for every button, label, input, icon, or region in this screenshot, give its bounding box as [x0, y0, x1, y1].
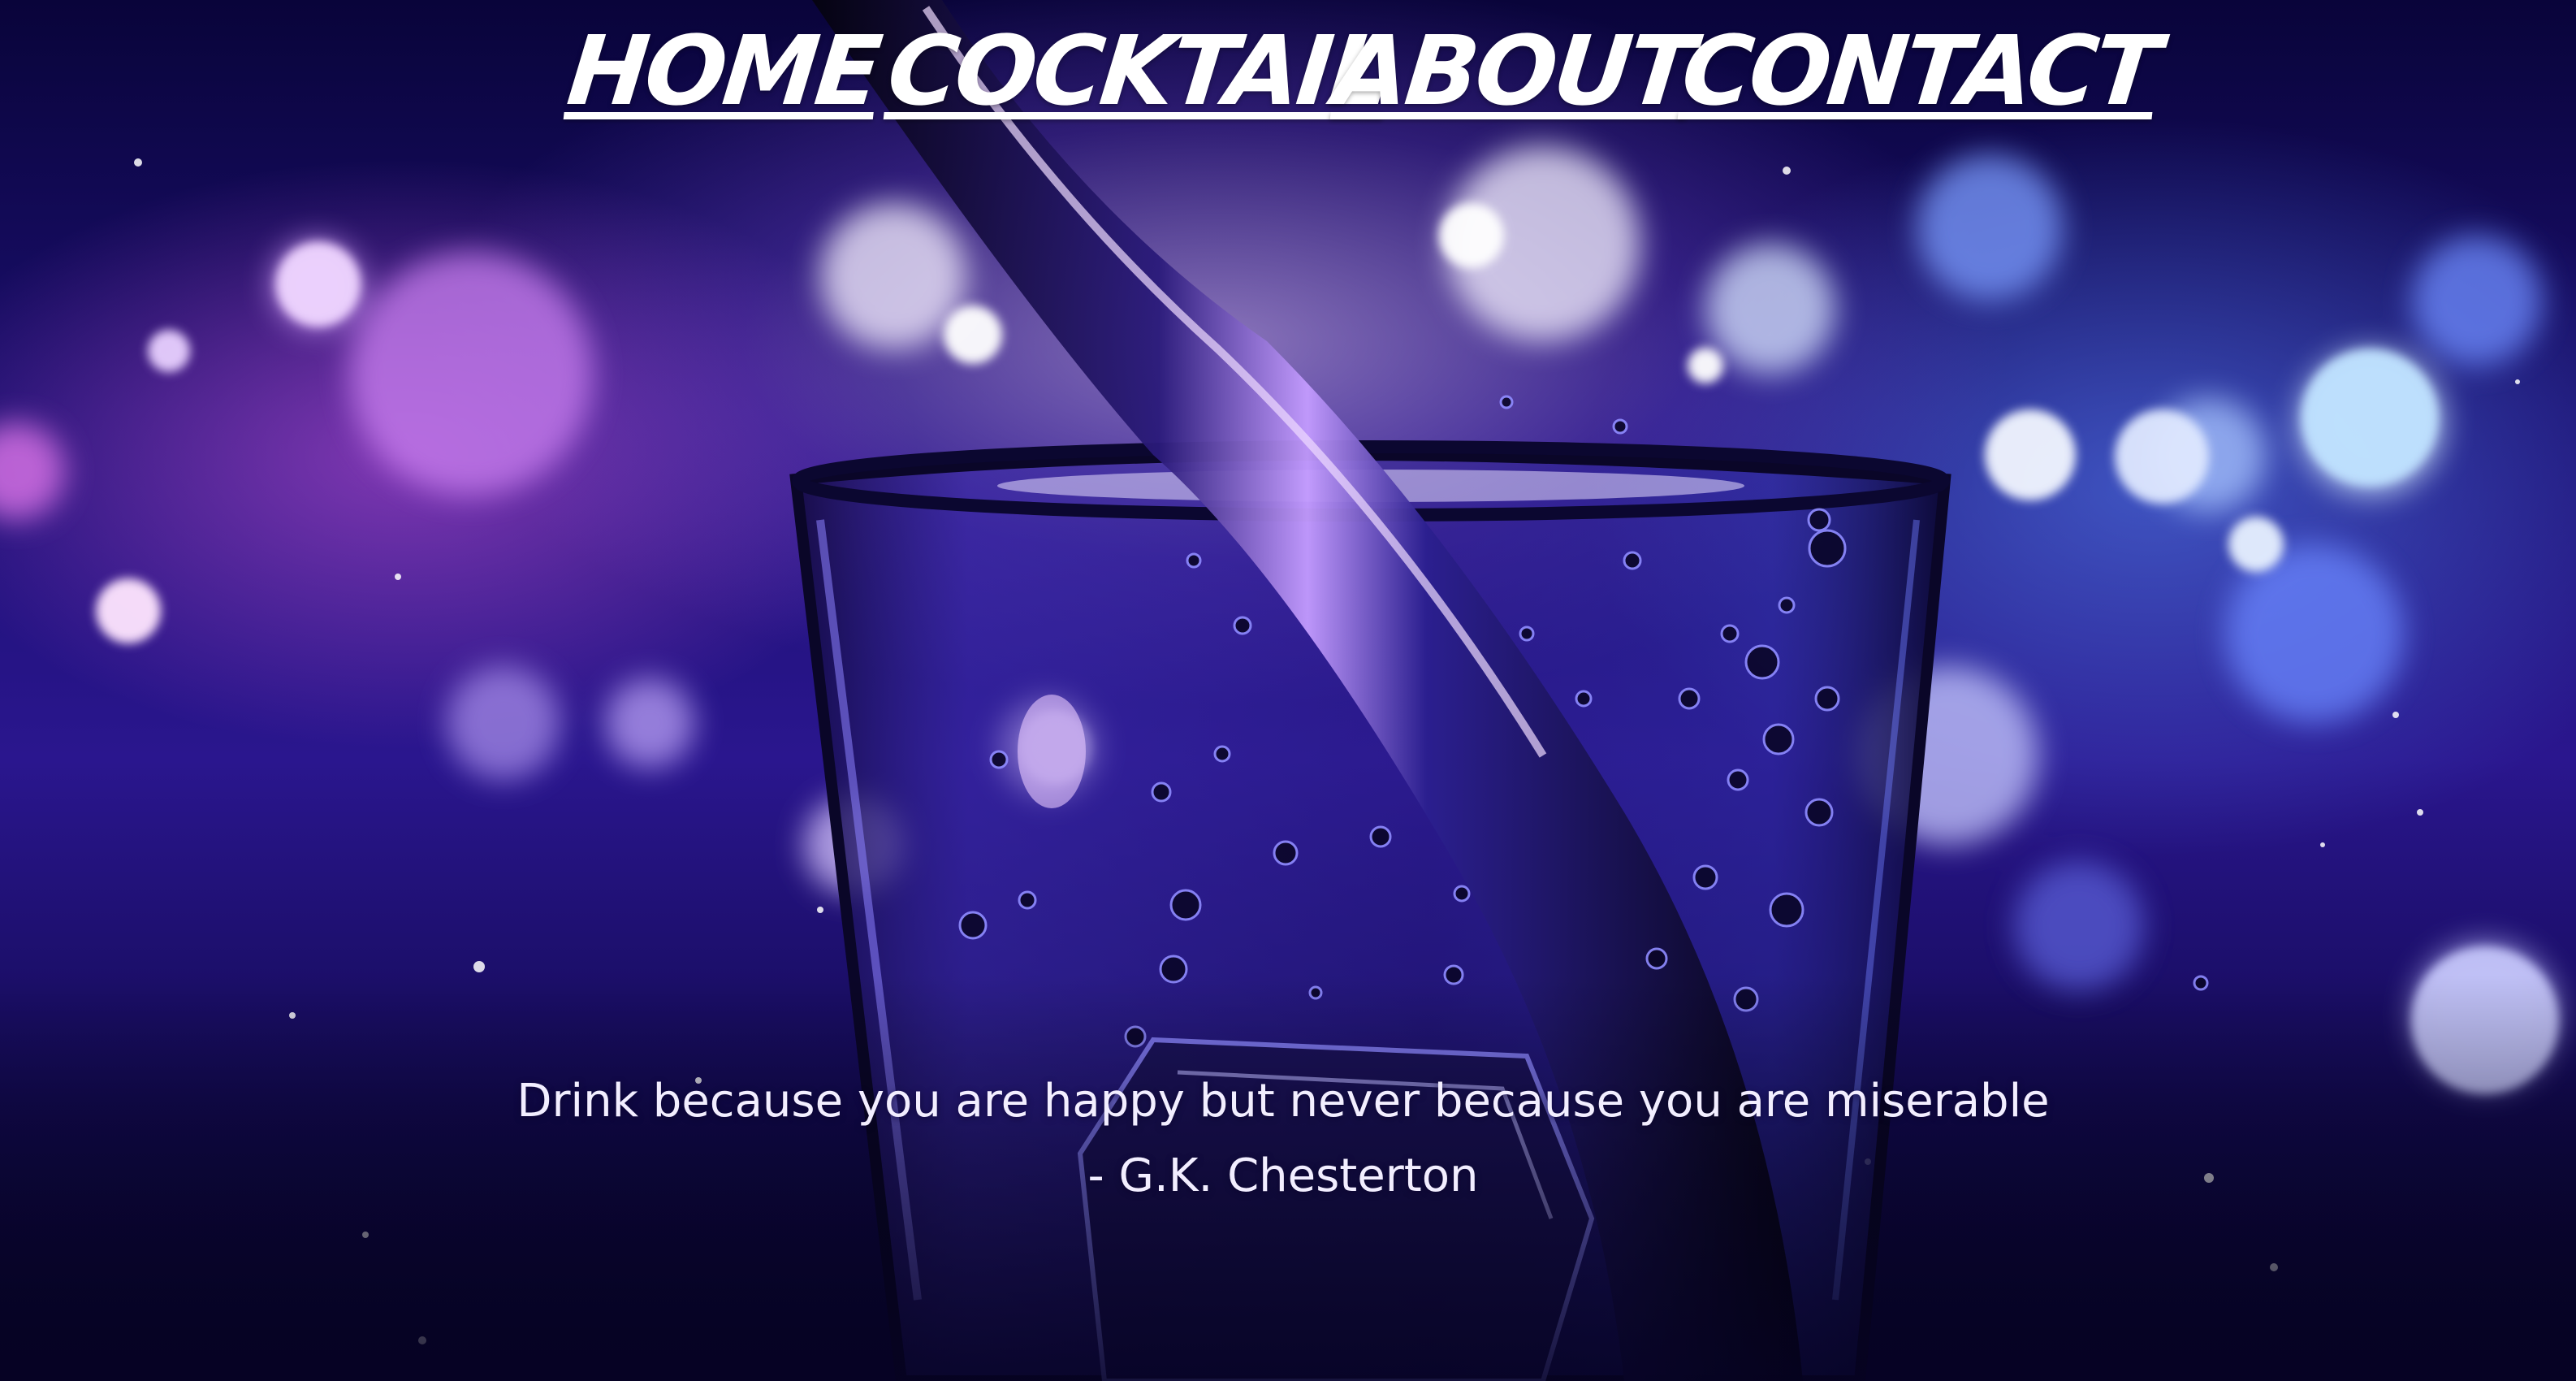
hero-quote: Drink because you are happy but never be…: [0, 1064, 2566, 1214]
nav-link-home[interactable]: HOME: [563, 15, 884, 127]
hero-page: HOME COCKTAIL ABOUT CONTACT Drink becaus…: [0, 0, 2576, 1381]
nav-link-cocktail[interactable]: COCKTAIL: [883, 15, 1394, 127]
quote-author: - G.K. Chesterton: [1087, 1149, 1479, 1202]
nav-link-about[interactable]: ABOUT: [1329, 15, 1696, 127]
main-nav: HOME COCKTAIL ABOUT CONTACT: [0, 15, 2576, 140]
nav-link-contact[interactable]: CONTACT: [1677, 15, 2163, 127]
quote-text: Drink because you are happy but never be…: [516, 1075, 2050, 1128]
